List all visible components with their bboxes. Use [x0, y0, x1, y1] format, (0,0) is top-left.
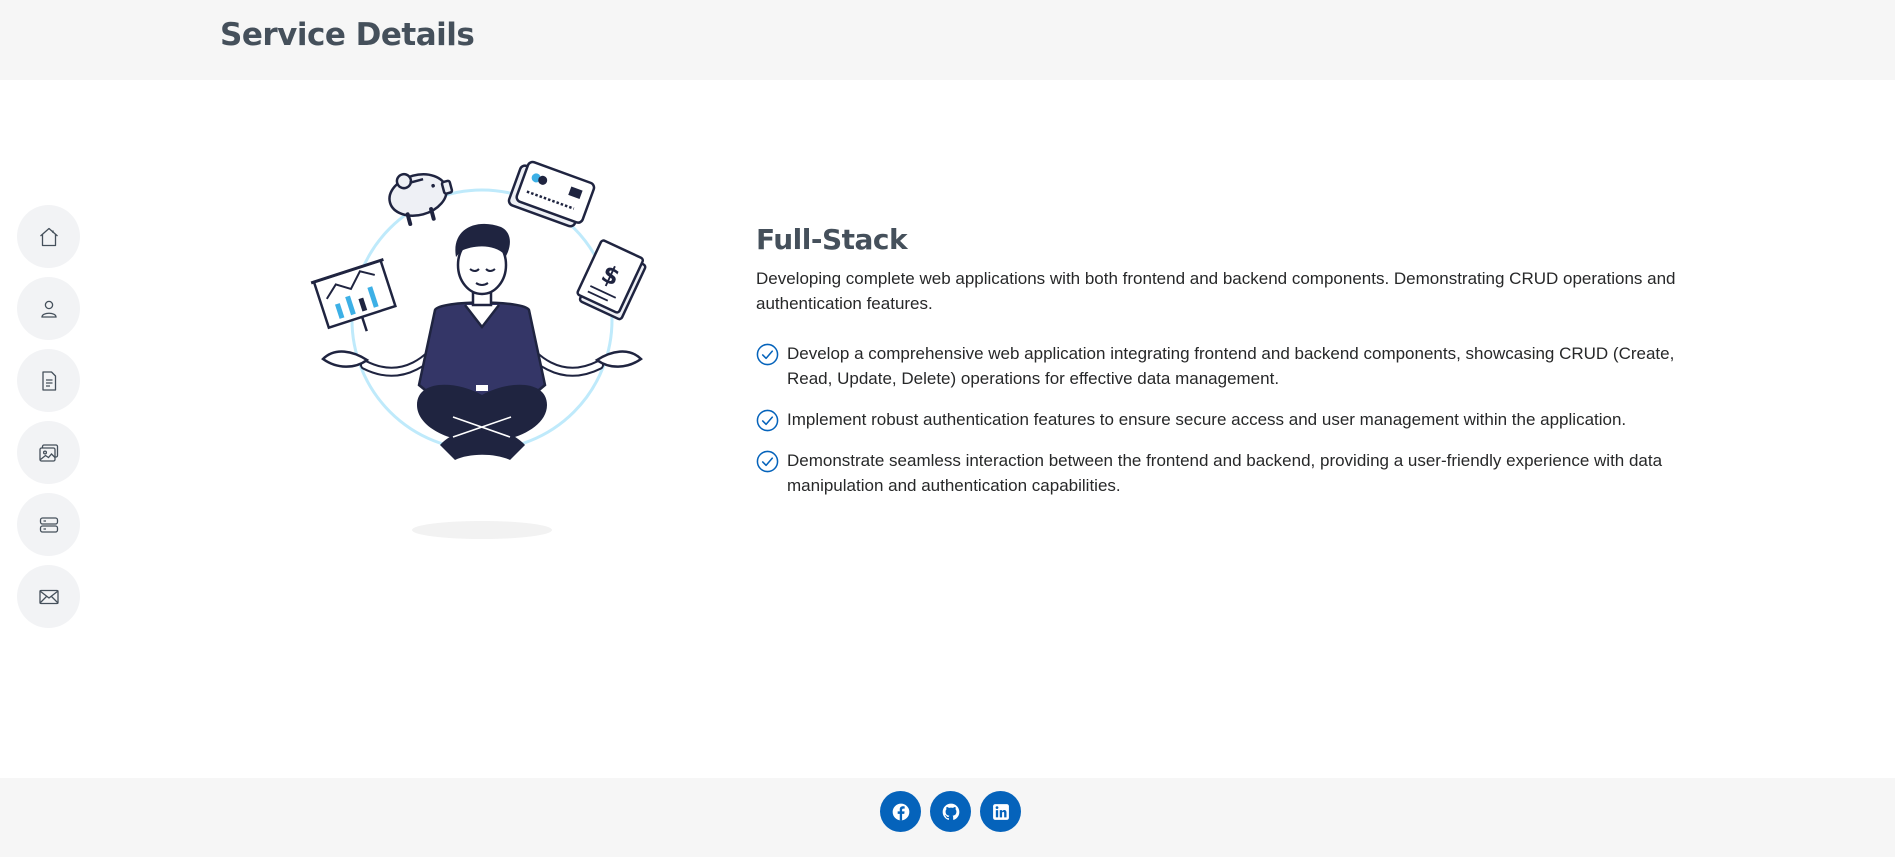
- credit-card-icon: [507, 160, 596, 228]
- footer: [0, 778, 1895, 857]
- service-content: Full-Stack Developing complete web appli…: [756, 220, 1686, 514]
- feature-item: Develop a comprehensive web application …: [756, 341, 1686, 391]
- github-link[interactable]: [930, 791, 971, 832]
- person-icon: [40, 300, 57, 318]
- images-icon: [38, 443, 58, 462]
- nav-item-services[interactable]: [17, 493, 80, 556]
- home-icon: [39, 227, 58, 246]
- facebook-link[interactable]: [880, 791, 921, 832]
- page-header: Service Details: [0, 0, 1895, 80]
- nav-item-resume[interactable]: [17, 349, 80, 412]
- server-icon: [39, 516, 58, 533]
- feature-item: Implement robust authentication features…: [756, 407, 1686, 432]
- check-circle-icon: [756, 343, 779, 366]
- check-circle-icon: [756, 409, 779, 432]
- nav-item-contact[interactable]: [17, 565, 80, 628]
- feature-text: Develop a comprehensive web application …: [787, 344, 1675, 388]
- dollar-document-icon: $: [576, 239, 647, 321]
- facebook-icon: [892, 803, 909, 820]
- service-illustration: $: [305, 155, 660, 545]
- file-text-icon: [41, 370, 56, 391]
- feature-item: Demonstrate seamless interaction between…: [756, 448, 1686, 498]
- check-circle-icon: [756, 450, 779, 473]
- page-title: Service Details: [220, 17, 475, 53]
- nav-item-home[interactable]: [17, 205, 80, 268]
- feature-text: Implement robust authentication features…: [787, 410, 1627, 429]
- social-links: [880, 791, 1021, 832]
- envelope-icon: [38, 589, 59, 604]
- linkedin-icon: [992, 803, 1009, 820]
- nav-item-portfolio[interactable]: [17, 421, 80, 484]
- service-description: Developing complete web applications wit…: [756, 269, 1676, 313]
- service-title: Full-Stack: [756, 223, 908, 256]
- piggy-bank-icon: [388, 172, 454, 226]
- github-icon: [942, 803, 959, 820]
- linkedin-link[interactable]: [980, 791, 1021, 832]
- feature-text: Demonstrate seamless interaction between…: [787, 451, 1663, 495]
- nav-item-about[interactable]: [17, 277, 80, 340]
- feature-list: Develop a comprehensive web application …: [756, 341, 1686, 498]
- chart-board-icon: [310, 258, 397, 332]
- side-nav: [17, 205, 80, 637]
